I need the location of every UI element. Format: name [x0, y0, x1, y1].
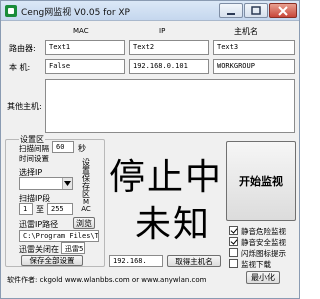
router-label: 路由器:: [9, 44, 36, 53]
minimize-window-button[interactable]: [219, 3, 243, 18]
flash-icon-label: 闪烁图标提示: [241, 249, 286, 258]
thunder-close-label: 迅雷关闭在: [19, 245, 59, 254]
monitor-status-line1: 停止中: [109, 157, 224, 198]
column-header-hostname: 主机名: [234, 27, 258, 36]
other-hosts-list[interactable]: [45, 79, 295, 133]
monitor-download-checkbox[interactable]: [229, 259, 238, 268]
thunder-path-input[interactable]: C:\Program Files\T: [19, 230, 99, 242]
minimize-icon: [227, 12, 235, 15]
app-icon: [5, 5, 17, 17]
range-from-input[interactable]: 1: [19, 203, 33, 215]
monitor-status-line2: 未知: [135, 204, 212, 245]
scan-interval-input[interactable]: 60: [52, 141, 74, 153]
range-to-label: 至: [36, 205, 44, 214]
thunder-close-select[interactable]: 迅雷5: [61, 242, 85, 254]
monitor-download-label: 监视下载: [241, 260, 271, 269]
other-hosts-label: 其他主机:: [7, 102, 42, 111]
local-hostname-field[interactable]: WORKGROUP: [213, 59, 295, 74]
time-settings-label: 时间设置: [19, 154, 49, 163]
close-window-button[interactable]: [269, 3, 297, 18]
thunder-path-label: 迅雷IP路径: [19, 220, 59, 229]
save-all-settings-button[interactable]: 保存全部设置: [21, 255, 83, 266]
router-mac-field[interactable]: Text1: [45, 40, 125, 55]
router-hostname-field[interactable]: Text3: [213, 40, 295, 55]
local-ip-field[interactable]: 192.168.0.101: [129, 59, 209, 74]
browse-button[interactable]: 浏览: [73, 217, 95, 229]
footer-author: 软件作者: ckgold www.wlanbbs.com or www.anyw…: [7, 276, 207, 284]
local-label: 本 机:: [9, 63, 31, 72]
router-ip-field[interactable]: Text2: [129, 40, 209, 55]
maximize-icon: [251, 5, 261, 15]
mute-safe-checkbox[interactable]: [229, 237, 238, 246]
column-header-mac: MAC: [73, 27, 89, 35]
mute-safe-label: 静音安全监视: [241, 238, 286, 247]
title-bar[interactable]: Ceng网监视 V0.05 for XP: [1, 1, 299, 21]
chevron-down-icon: [64, 181, 71, 186]
range-to-input[interactable]: 255: [47, 203, 73, 215]
minimize-to-tray-button[interactable]: 最小化: [246, 271, 280, 284]
hostname-ip-input[interactable]: 192.168.: [109, 255, 163, 267]
column-header-ip: IP: [159, 27, 166, 35]
window-title: Ceng网监视 V0.05 for XP: [21, 8, 130, 18]
start-monitor-button[interactable]: 开始监视: [226, 141, 296, 221]
maximize-window-button[interactable]: [244, 3, 268, 18]
mute-danger-checkbox[interactable]: [229, 226, 238, 235]
scan-interval-unit: 秒: [78, 144, 86, 153]
app-window: Ceng网监视 V0.05 for XP MAC IP 主机名 路由器: Tex…: [0, 0, 300, 299]
mac-vertical: MAC: [81, 198, 91, 213]
flash-icon-checkbox[interactable]: [229, 248, 238, 257]
get-hostname-button[interactable]: 取得主机名: [167, 255, 221, 267]
close-icon: [278, 5, 288, 16]
mute-danger-label: 静音危险监视: [241, 227, 286, 236]
local-mac-field[interactable]: False: [45, 59, 125, 74]
dropdown-arrow[interactable]: [62, 178, 72, 189]
settings-save-vertical: 设置保存区: [82, 158, 90, 199]
